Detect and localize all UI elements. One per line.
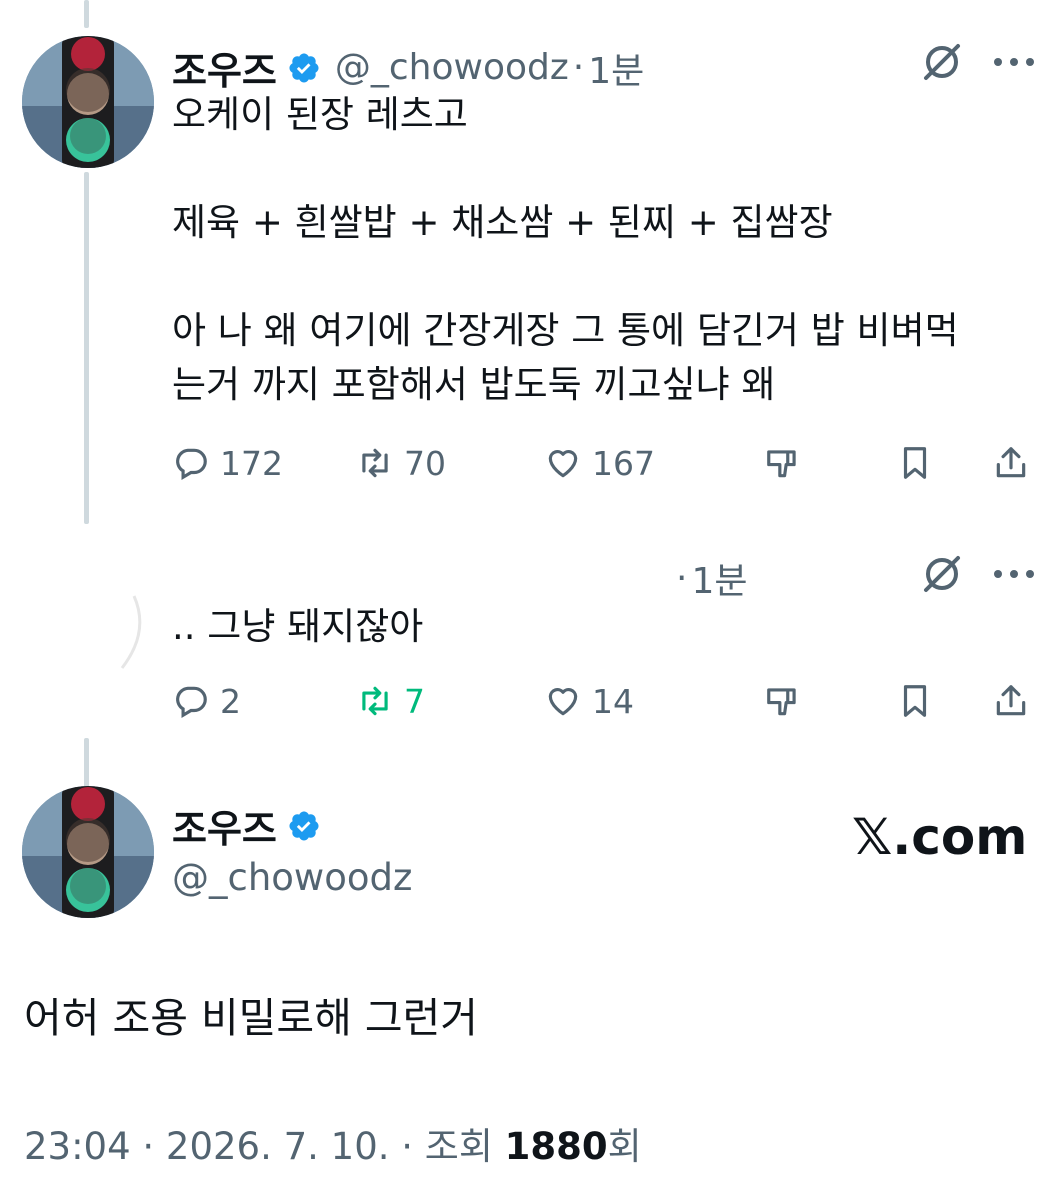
bookmark-button[interactable]: [896, 438, 934, 488]
share-button[interactable]: [992, 676, 1030, 726]
share-button[interactable]: [992, 438, 1030, 488]
reply-icon: [172, 444, 210, 482]
tweet-top-icons: [920, 40, 1036, 84]
reply-button[interactable]: 2: [172, 676, 241, 726]
thread-line: [84, 738, 89, 788]
like-button[interactable]: 167: [544, 438, 655, 488]
bookmark-icon: [896, 444, 934, 482]
tweet-timestamp[interactable]: 23:04 · 2026. 7. 10. · 조회: [24, 1125, 505, 1168]
dislike-button[interactable]: [764, 438, 802, 488]
retweet-button[interactable]: 7: [356, 676, 425, 726]
avatar[interactable]: [22, 36, 154, 168]
share-icon: [992, 444, 1030, 482]
tweet-top-icons: [920, 552, 1036, 596]
tweet-time[interactable]: 1분: [691, 552, 747, 604]
retweet-icon: [356, 682, 394, 720]
tweet-header: · 1분: [672, 552, 747, 604]
more-icon[interactable]: [992, 567, 1036, 581]
tweet-actions: 2 7 14: [172, 676, 1032, 726]
verified-badge-icon: [287, 809, 321, 843]
like-icon: [544, 682, 582, 720]
more-icon[interactable]: [992, 55, 1036, 69]
tweet-meta: 23:04 · 2026. 7. 10. · 조회 1880회: [24, 1116, 642, 1170]
reply-button[interactable]: 172: [172, 438, 283, 488]
reply-count: 172: [220, 443, 283, 483]
grok-icon[interactable]: [920, 552, 964, 596]
thread-line: [84, 0, 89, 28]
view-count[interactable]: 1880: [505, 1125, 608, 1168]
retweet-button[interactable]: 70: [356, 438, 446, 488]
retweet-count: 70: [404, 443, 446, 483]
view-suffix: 회: [607, 1125, 642, 1168]
grok-icon[interactable]: [920, 40, 964, 84]
dislike-icon: [764, 682, 802, 720]
x-logo-watermark: 𝕏.com: [852, 808, 1028, 866]
like-button[interactable]: 14: [544, 676, 634, 726]
like-count: 167: [592, 443, 655, 483]
avatar[interactable]: [22, 786, 154, 918]
hidden-avatar: [104, 592, 144, 672]
tweet-actions: 172 70 167: [172, 438, 1032, 488]
tweet-header: 조우즈 @_chowoodz · 1분: [172, 40, 644, 95]
bookmark-button[interactable]: [896, 676, 934, 726]
separator-dot: ·: [676, 557, 688, 599]
display-name[interactable]: 조우즈: [172, 798, 277, 853]
tweet-header: 조우즈: [172, 798, 321, 853]
dislike-button[interactable]: [764, 676, 802, 726]
user-handle[interactable]: @_chowoodz: [172, 856, 412, 899]
main-tweet-text: 어허 조용 비밀로해 그런거: [24, 994, 479, 1042]
like-icon: [544, 444, 582, 482]
display-name[interactable]: 조우즈: [172, 40, 277, 95]
thread-line: [84, 172, 89, 524]
reply-icon: [172, 682, 210, 720]
retweet-count: 7: [404, 681, 425, 721]
tweet-text: .. 그냥 돼지잖아: [172, 605, 424, 648]
reply-count: 2: [220, 681, 241, 721]
dislike-icon: [764, 444, 802, 482]
tweet-text: 오케이 된장 레츠고 제육 + 흰쌀밥 + 채소쌈 + 된찌 + 집쌈장 아 나…: [172, 93, 959, 406]
separator-dot: ·: [572, 47, 585, 88]
share-icon: [992, 682, 1030, 720]
verified-badge-icon: [287, 51, 321, 85]
like-count: 14: [592, 681, 634, 721]
bookmark-icon: [896, 682, 934, 720]
user-handle[interactable]: @_chowoodz: [335, 47, 569, 88]
tweet-time[interactable]: 1분: [588, 42, 644, 94]
retweet-icon: [356, 444, 394, 482]
